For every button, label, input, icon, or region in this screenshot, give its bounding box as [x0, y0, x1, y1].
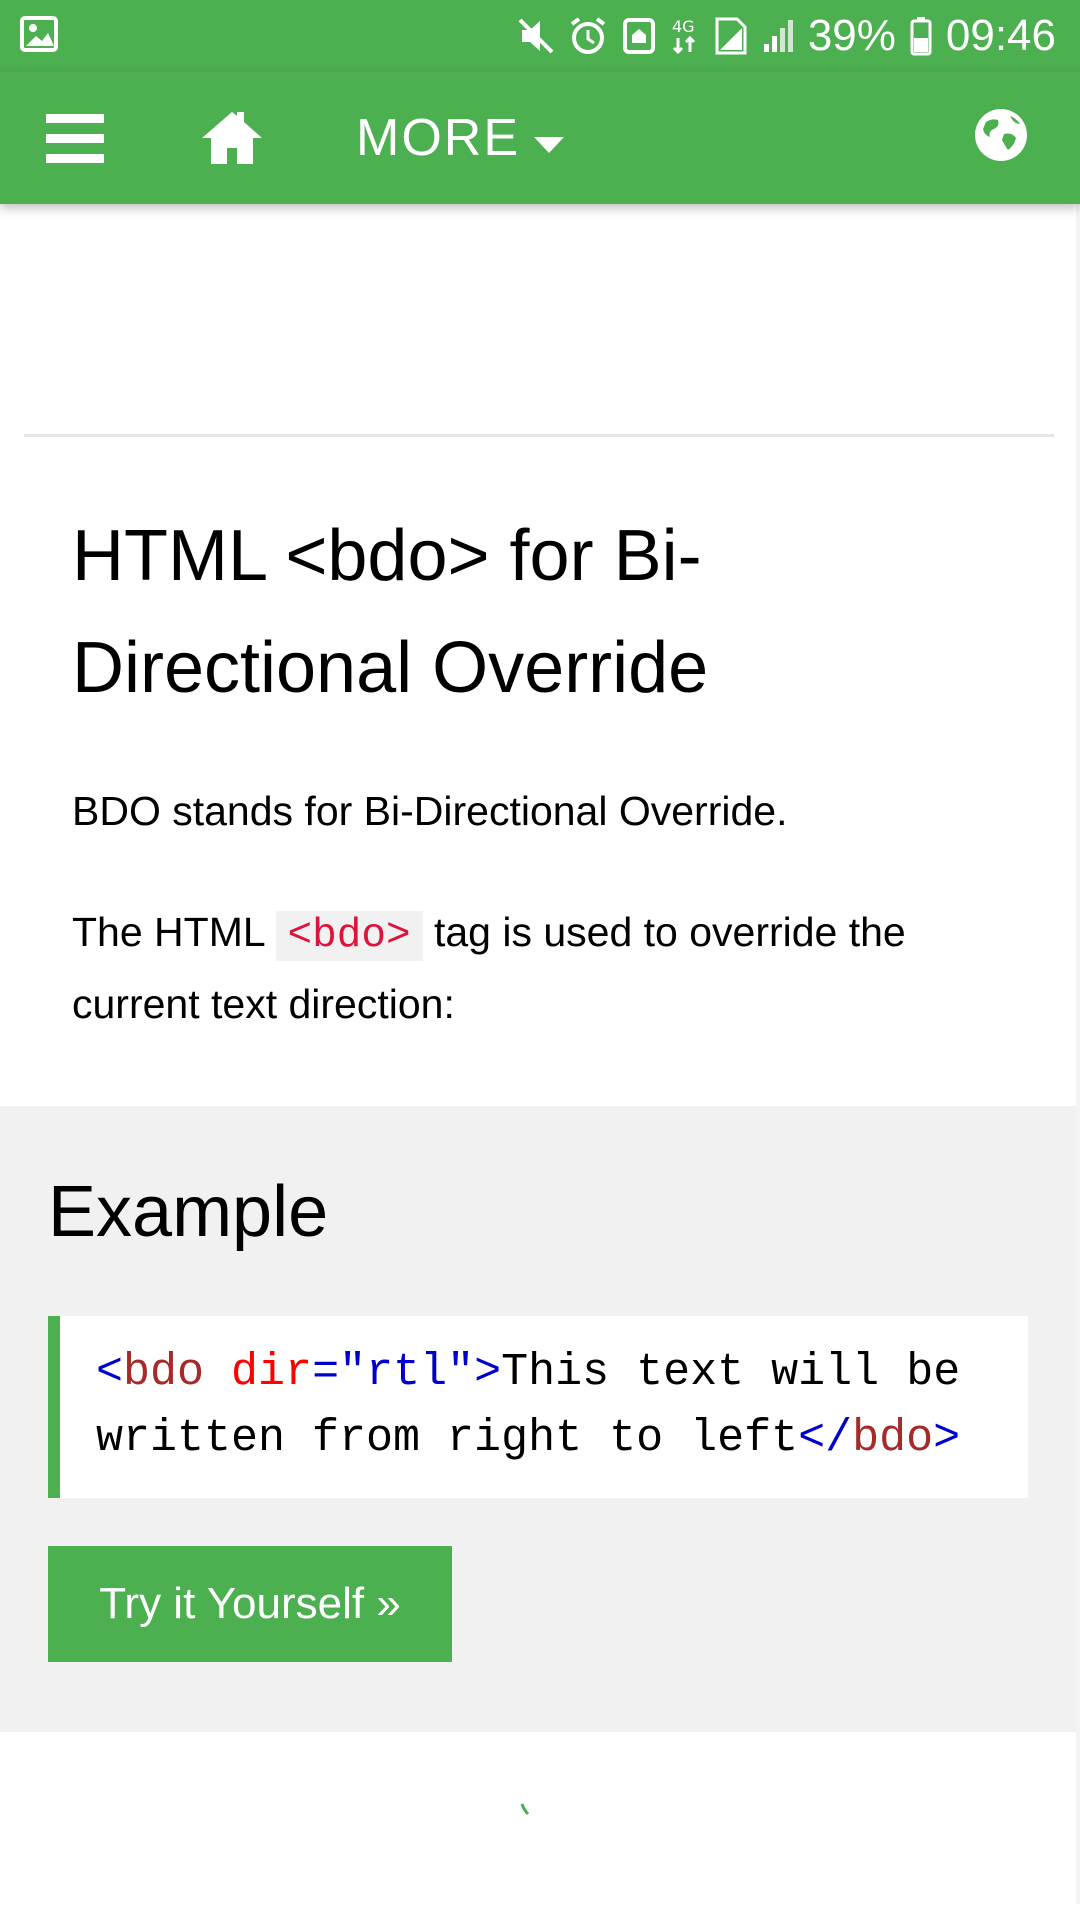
code-tag-name: bdo [123, 1347, 205, 1398]
code-tag-open-end: > [474, 1347, 502, 1398]
example-heading: Example [48, 1172, 329, 1252]
network-4g-icon: 4G [670, 16, 700, 56]
sim-icon [714, 16, 748, 56]
code-close-tag-name: bdo [852, 1413, 934, 1464]
description-text-start: The HTML [72, 909, 276, 955]
code-tag-close-end: > [933, 1413, 961, 1464]
code-tag-close-start: </ [798, 1413, 853, 1464]
signal-icon [762, 18, 794, 54]
menu-icon[interactable] [46, 112, 106, 164]
svg-text:4G: 4G [672, 17, 695, 36]
page-title: HTML <bdo> for Bi-Directional Override [72, 516, 709, 708]
try-it-yourself-button[interactable]: Try it Yourself » [48, 1546, 452, 1662]
status-bar: 4G 39% 09:46 [0, 0, 1080, 72]
code-attr-name: dir [204, 1347, 313, 1398]
mute-icon [518, 16, 554, 56]
globe-icon[interactable] [974, 108, 1028, 162]
code-tag-open: < [96, 1347, 124, 1398]
top-navbar: MORE [0, 72, 1080, 204]
alarm-icon [568, 16, 608, 56]
nfc-icon [622, 17, 656, 55]
code-attr-eq: = [312, 1347, 340, 1398]
battery-percent: 39% [807, 11, 896, 60]
code-example: <bdo dir="rtl">This text will be written… [48, 1316, 1028, 1498]
divider [24, 434, 1054, 437]
example-section: Example <bdo dir="rtl">This text will be… [0, 1106, 1080, 1732]
scrollbar[interactable] [1076, 204, 1080, 1904]
ad-placeholder [0, 204, 1080, 434]
home-icon[interactable] [200, 108, 264, 168]
inline-code-bdo: <bdo> [275, 911, 423, 961]
clock-time: 09:46 [945, 11, 1056, 60]
battery-icon [910, 16, 932, 56]
more-label: MORE [356, 109, 520, 167]
code-attr-value: "rtl" [339, 1347, 475, 1398]
description-paragraph: The HTML <bdo> tag is used to override t… [72, 898, 1032, 1038]
gallery-icon [20, 16, 58, 57]
more-dropdown-button[interactable]: MORE [356, 108, 564, 168]
caret-down-icon [534, 108, 564, 168]
loading-spinner-icon [518, 1800, 538, 1820]
intro-paragraph: BDO stands for Bi-Directional Override. [72, 788, 788, 834]
